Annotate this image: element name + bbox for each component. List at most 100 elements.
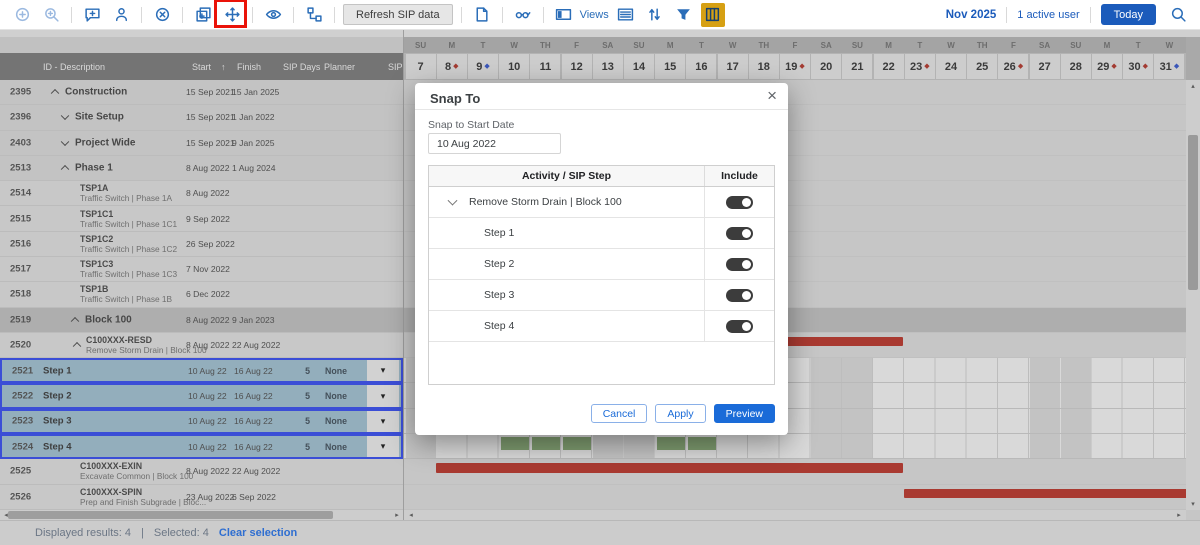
table-row-2525[interactable]: 2525C100XXX-EXINExcavate Common | Block … <box>0 459 403 484</box>
apply-button[interactable]: Apply <box>655 404 705 423</box>
review-check-icon[interactable] <box>511 3 535 27</box>
sip-dropdown[interactable]: ▾ <box>367 385 399 406</box>
gantt-horizontal-scrollbar[interactable]: ◂ ▸ <box>404 510 1186 520</box>
calendar-date-cell[interactable]: 27 <box>1030 54 1060 79</box>
table-row-2403[interactable]: 2403Project Wide15 Sep 20219 Jan 2025 <box>0 131 403 156</box>
table-row-2518[interactable]: 2518TSP1BTraffic Switch | Phase 1B6 Dec … <box>0 282 403 307</box>
calendar-date-cell[interactable]: 17 <box>718 54 748 79</box>
today-button[interactable]: Today <box>1101 4 1156 25</box>
eye-icon[interactable] <box>261 3 285 27</box>
copy-add-icon[interactable] <box>191 3 215 27</box>
scroll-left-icon[interactable]: ◂ <box>406 510 416 520</box>
include-toggle[interactable] <box>726 289 753 302</box>
gantt-step-bar[interactable] <box>532 437 560 450</box>
table-row-2524[interactable]: 2524Step 410 Aug 2216 Aug 225None▾ <box>0 434 403 459</box>
table-row-2514[interactable]: 2514TSP1ATraffic Switch | Phase 1A8 Aug … <box>0 181 403 206</box>
chevron-up-icon[interactable] <box>51 89 59 97</box>
sip-dropdown[interactable]: ▾ <box>367 360 399 381</box>
gantt-activity-bar[interactable] <box>904 489 1186 499</box>
chevron-down-icon[interactable] <box>448 196 458 206</box>
table-row-2395[interactable]: 2395Construction15 Sep 202115 Jan 2025 <box>0 80 403 105</box>
dependencies-icon[interactable] <box>302 3 326 27</box>
cancel-button[interactable]: Cancel <box>591 404 648 423</box>
snap-date-input[interactable] <box>428 133 561 154</box>
table-row-2519[interactable]: 2519Block 1008 Aug 20229 Jan 2023 <box>0 308 403 333</box>
chevron-down-icon[interactable] <box>61 137 69 145</box>
table-row-2520[interactable]: 2520C100XXX-RESDRemove Storm Drain | Blo… <box>0 333 403 358</box>
scroll-right-icon[interactable]: ▸ <box>1174 510 1184 520</box>
calendar-date-cell[interactable]: 21 <box>842 54 872 79</box>
sort-ascending-icon[interactable]: ↑ <box>221 62 226 72</box>
calendar-date-cell[interactable]: 15 <box>655 54 685 79</box>
scroll-down-icon[interactable]: ▾ <box>1188 499 1198 509</box>
table-row-2515[interactable]: 2515TSP1C1Traffic Switch | Phase 1C19 Se… <box>0 206 403 231</box>
refresh-sip-data-button[interactable]: Refresh SIP data <box>343 4 453 25</box>
gantt-activity-bar[interactable] <box>436 463 903 473</box>
views-grid-icon[interactable] <box>552 3 576 27</box>
clear-selection-link[interactable]: Clear selection <box>219 527 297 539</box>
include-toggle[interactable] <box>726 196 753 209</box>
sip-dropdown[interactable]: ▾ <box>367 411 399 432</box>
calendar-date-cell[interactable]: 19◆ <box>780 54 810 79</box>
col-header-sip-days[interactable]: SIP Days <box>283 62 320 72</box>
new-document-icon[interactable] <box>470 3 494 27</box>
table-row-2396[interactable]: 2396Site Setup15 Sep 20211 Jan 2022 <box>0 105 403 130</box>
calendar-date-cell[interactable]: 26◆ <box>998 54 1028 79</box>
include-toggle[interactable] <box>726 320 753 333</box>
chevron-up-icon[interactable] <box>71 317 79 325</box>
calendar-date-cell[interactable]: 22 <box>874 54 904 79</box>
table-row-2517[interactable]: 2517TSP1C3Traffic Switch | Phase 1C37 No… <box>0 257 403 282</box>
preview-button[interactable]: Preview <box>714 404 775 423</box>
scroll-up-icon[interactable]: ▴ <box>1188 81 1198 91</box>
gantt-step-bar[interactable] <box>563 437 591 450</box>
chevron-down-icon[interactable] <box>61 112 69 120</box>
table-row-2522[interactable]: 2522Step 210 Aug 2216 Aug 225None▾ <box>0 383 403 408</box>
include-toggle[interactable] <box>726 258 753 271</box>
table-row-2521[interactable]: 2521Step 110 Aug 2216 Aug 225None▾ <box>0 358 403 383</box>
calendar-date-cell[interactable]: 14 <box>624 54 654 79</box>
calendar-date-cell[interactable]: 12 <box>562 54 592 79</box>
calendar-date-cell[interactable]: 29◆ <box>1092 54 1122 79</box>
calendar-date-cell[interactable]: 18 <box>749 54 779 79</box>
table-row-2523[interactable]: 2523Step 310 Aug 2216 Aug 225None▾ <box>0 409 403 434</box>
calendar-date-cell[interactable]: 23◆ <box>905 54 935 79</box>
table-row-2526[interactable]: 2526C100XXX-SPINPrep and Finish Subgrade… <box>0 485 403 510</box>
search-icon[interactable] <box>1166 3 1190 27</box>
col-header-start[interactable]: Start <box>192 62 211 72</box>
include-toggle[interactable] <box>726 227 753 240</box>
calendar-date-cell[interactable]: 9◆ <box>468 54 498 79</box>
sip-dropdown[interactable]: ▾ <box>367 436 399 457</box>
calendar-date-cell[interactable]: 16 <box>686 54 716 79</box>
chevron-up-icon[interactable] <box>73 342 81 350</box>
sort-icon[interactable] <box>643 3 667 27</box>
move-icon[interactable] <box>220 3 244 27</box>
table-horizontal-scrollbar[interactable]: ◂ ▸ <box>0 510 403 520</box>
calendar-date-cell[interactable]: 31◆ <box>1154 54 1184 79</box>
calendar-date-cell[interactable]: 25 <box>967 54 997 79</box>
table-row-2513[interactable]: 2513Phase 18 Aug 20221 Aug 2024 <box>0 156 403 181</box>
chevron-up-icon[interactable] <box>61 165 69 173</box>
calendar-date-cell[interactable]: 28 <box>1061 54 1091 79</box>
list-view-icon[interactable] <box>614 3 638 27</box>
calendar-date-cell[interactable]: 10 <box>499 54 529 79</box>
col-header-id-description[interactable]: ID - Description <box>43 62 105 72</box>
col-header-sip[interactable]: SIP <box>388 62 403 72</box>
gantt-step-bar[interactable] <box>688 437 716 450</box>
calendar-date-cell[interactable]: 13 <box>593 54 623 79</box>
table-row-2516[interactable]: 2516TSP1C2Traffic Switch | Phase 1C226 S… <box>0 232 403 257</box>
panel-splitter[interactable] <box>403 30 404 520</box>
user-icon[interactable] <box>109 3 133 27</box>
gantt-vertical-scrollbar[interactable]: ▴ ▾ <box>1186 80 1200 510</box>
gantt-step-bar[interactable] <box>657 437 685 450</box>
calendar-date-cell[interactable]: 11 <box>530 54 560 79</box>
comment-add-icon[interactable] <box>80 3 104 27</box>
gantt-step-bar[interactable] <box>501 437 529 450</box>
scrollbar-thumb[interactable] <box>1188 135 1198 290</box>
filter-icon[interactable] <box>672 3 696 27</box>
scrollbar-thumb[interactable] <box>8 511 333 519</box>
calendar-date-cell[interactable]: 8◆ <box>437 54 467 79</box>
zoom-in-icon[interactable] <box>10 3 34 27</box>
col-header-planner[interactable]: Planner <box>324 62 355 72</box>
calendar-date-cell[interactable]: 30◆ <box>1123 54 1153 79</box>
zoom-search-icon[interactable] <box>39 3 63 27</box>
